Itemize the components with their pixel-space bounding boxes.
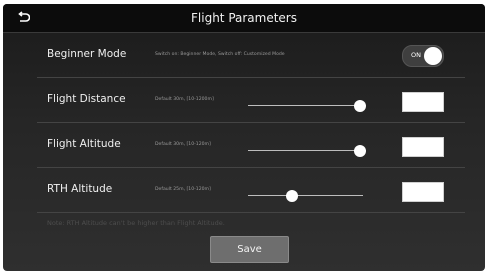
beginner-mode-toggle[interactable]: ON (402, 45, 444, 67)
flight-parameters-screen: Flight Parameters Beginner Mode Switch o… (3, 4, 485, 271)
slider-track (248, 195, 363, 196)
toggle-knob (424, 47, 442, 65)
flight-altitude-slider[interactable] (248, 145, 366, 157)
beginner-mode-row: Beginner Mode Switch on: Beginner Mode, … (37, 33, 465, 78)
slider-thumb[interactable] (353, 145, 366, 157)
slider-thumb[interactable] (353, 100, 366, 112)
flight-distance-row: Flight Distance Default 30m, [10-1200m] (37, 78, 465, 123)
toggle-state-label: ON (411, 51, 421, 59)
slider-thumb[interactable] (285, 190, 298, 202)
flight-altitude-label: Flight Altitude (47, 138, 121, 150)
save-button[interactable]: Save (210, 236, 289, 263)
header-bar: Flight Parameters (3, 4, 485, 33)
rth-altitude-row: RTH Altitude Default 25m, [10-120m] (37, 168, 465, 213)
rth-altitude-slider[interactable] (248, 190, 363, 202)
slider-track (248, 150, 363, 151)
altitude-note: Note: RTH Altitude can't be higher than … (47, 219, 225, 227)
beginner-mode-label: Beginner Mode (47, 48, 127, 60)
rth-altitude-label: RTH Altitude (47, 183, 113, 195)
flight-distance-input[interactable] (402, 92, 444, 112)
slider-track (248, 105, 363, 106)
flight-distance-slider[interactable] (248, 100, 366, 112)
beginner-mode-hint: Switch on: Beginner Mode, Switch off: Cu… (155, 52, 285, 57)
flight-altitude-hint: Default 30m, [10-120m] (155, 142, 211, 147)
flight-distance-label: Flight Distance (47, 93, 126, 105)
rth-altitude-hint: Default 25m, [10-120m] (155, 187, 211, 192)
rth-altitude-input[interactable] (402, 182, 444, 202)
flight-altitude-input[interactable] (402, 137, 444, 157)
page-title: Flight Parameters (191, 11, 297, 25)
flight-distance-hint: Default 30m, [10-1200m] (155, 97, 214, 102)
flight-altitude-row: Flight Altitude Default 30m, [10-120m] (37, 123, 465, 168)
